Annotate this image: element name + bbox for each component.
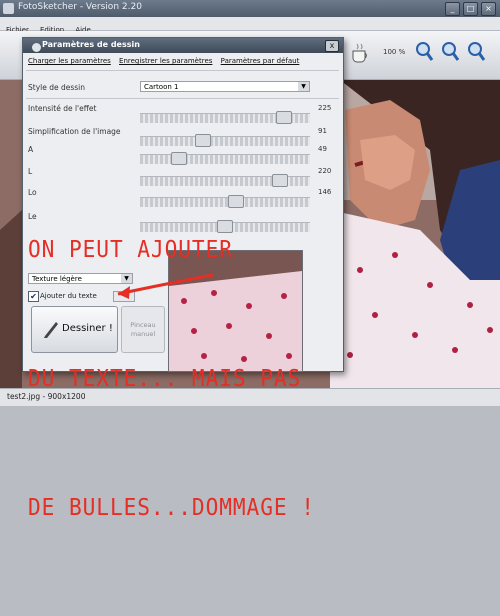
red-arrow-icon bbox=[117, 273, 214, 299]
fotosketcher-window: FotoSketcher - Version 2.20 _ □ × Fichie… bbox=[0, 0, 500, 521]
annotation-line-3: DE BULLES...DOMMAGE ! bbox=[28, 495, 315, 521]
